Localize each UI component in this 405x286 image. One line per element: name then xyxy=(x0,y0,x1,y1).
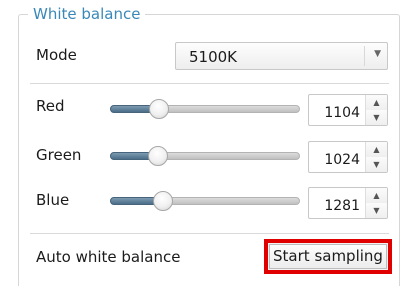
blue-slider[interactable] xyxy=(110,191,300,211)
start-sampling-label: Start sampling xyxy=(273,247,383,265)
slider-thumb[interactable] xyxy=(153,191,174,211)
green-label: Green xyxy=(36,146,82,164)
spin-buttons: ▲ ▼ xyxy=(365,142,387,172)
start-sampling-button[interactable]: Start sampling xyxy=(264,239,392,274)
green-slider[interactable] xyxy=(110,146,300,166)
arrow-down-icon[interactable]: ▼ xyxy=(366,110,387,125)
red-label: Red xyxy=(36,97,65,115)
spin-buttons: ▲ ▼ xyxy=(365,95,387,125)
spin-buttons: ▲ ▼ xyxy=(365,188,387,218)
chevron-down-icon[interactable]: ▼ xyxy=(374,49,381,59)
mode-dropdown[interactable]: 5100K ▼ xyxy=(175,42,388,70)
arrow-up-icon[interactable]: ▲ xyxy=(366,95,387,111)
auto-white-balance-label: Auto white balance xyxy=(36,248,181,266)
white-balance-group: White balance Mode 5100K ▼ Red 1104 ▲ ▼ … xyxy=(18,5,400,286)
red-slider[interactable] xyxy=(110,99,300,119)
divider xyxy=(30,83,389,84)
red-value[interactable]: 1104 xyxy=(324,105,360,121)
blue-spinbox[interactable]: 1281 ▲ ▼ xyxy=(308,187,388,219)
slider-thumb[interactable] xyxy=(147,146,168,166)
arrow-up-icon[interactable]: ▲ xyxy=(366,142,387,158)
combo-divider xyxy=(364,46,365,66)
green-value[interactable]: 1024 xyxy=(324,152,360,168)
divider xyxy=(30,233,389,234)
arrow-down-icon[interactable]: ▼ xyxy=(366,157,387,172)
mode-label: Mode xyxy=(36,46,77,64)
red-spinbox[interactable]: 1104 ▲ ▼ xyxy=(308,94,388,126)
blue-label: Blue xyxy=(36,191,70,209)
mode-value: 5100K xyxy=(189,48,238,66)
slider-thumb[interactable] xyxy=(149,99,170,119)
green-spinbox[interactable]: 1024 ▲ ▼ xyxy=(308,141,388,173)
arrow-down-icon[interactable]: ▼ xyxy=(366,203,387,218)
group-title: White balance xyxy=(28,5,146,23)
arrow-up-icon[interactable]: ▲ xyxy=(366,188,387,204)
blue-value[interactable]: 1281 xyxy=(324,198,360,214)
